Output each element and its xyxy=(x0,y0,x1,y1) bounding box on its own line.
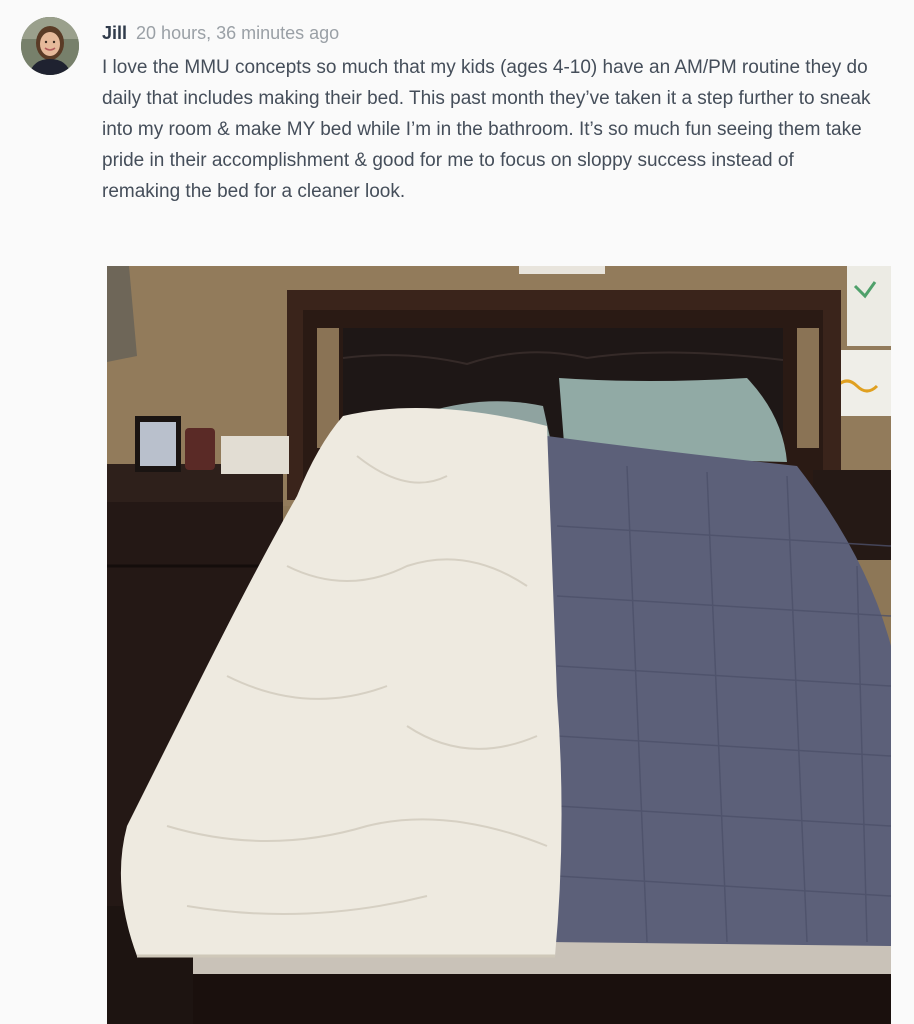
post-timestamp: 20 hours, 36 minutes ago xyxy=(136,23,340,43)
author-name[interactable]: Jill xyxy=(102,23,127,43)
post-header: Jill 20 hours, 36 minutes ago xyxy=(102,21,339,45)
post-body: I love the MMU concepts so much that my … xyxy=(102,57,871,202)
avatar[interactable] xyxy=(21,17,79,75)
post-image[interactable] xyxy=(107,266,891,1024)
comment-post: Jill 20 hours, 36 minutes ago I love the… xyxy=(0,0,914,1024)
